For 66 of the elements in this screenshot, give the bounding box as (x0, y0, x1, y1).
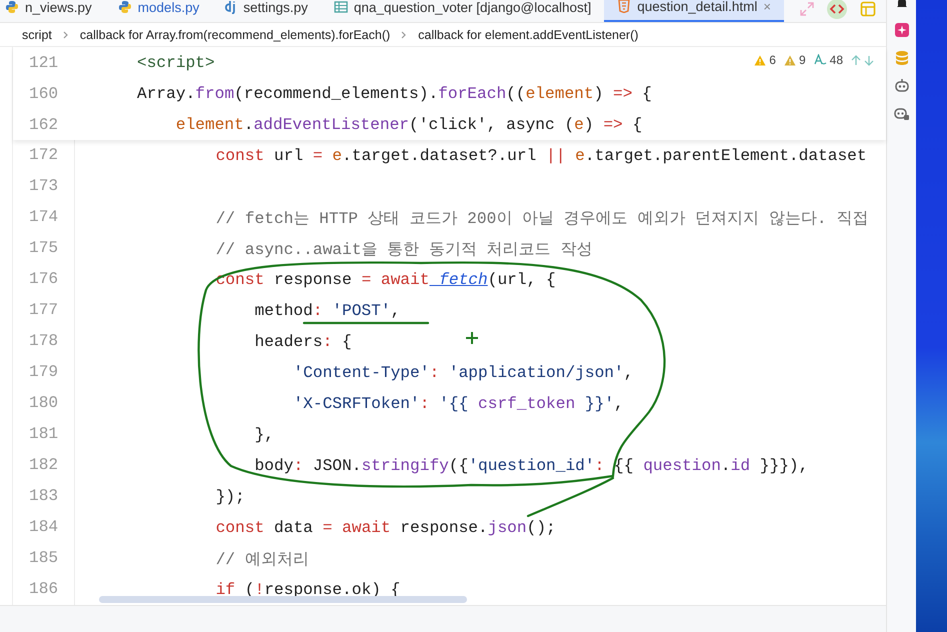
code-line: element.addEventListener('click', async (e) => { (174, 116, 642, 134)
line-number: 182 (13, 450, 75, 481)
warning-icon (754, 54, 766, 66)
code-line: <script> (137, 54, 215, 72)
code-line: method: 'POST', (254, 302, 400, 320)
code-line: headers: { (254, 332, 352, 350)
editor-tab[interactable]: models.py (104, 0, 212, 22)
line-number: 179 (13, 357, 75, 388)
editor-tab[interactable]: qna_question_voter [django@localhost] (320, 0, 604, 22)
code-line: 'X-CSRFToken': '{{ csrf_token }}', (292, 394, 624, 412)
editor-tab[interactable]: question_detail.html × (604, 0, 784, 22)
line-number: 162 (28, 116, 60, 134)
code-line: }); (214, 488, 245, 506)
django-file-icon (225, 0, 238, 14)
python-file-icon (118, 0, 132, 14)
code-line: const response = await fetch(url, { (214, 270, 556, 288)
typo-count[interactable]: 48 (830, 53, 843, 67)
breadcrumb-item[interactable]: callback for element.addEventListener() (418, 28, 638, 42)
line-number: 175 (13, 233, 75, 264)
down-arrow-icon[interactable] (864, 54, 874, 66)
code-line: // 예외처리 (214, 550, 309, 570)
line-number: 160 (28, 84, 60, 102)
code-line: Array.from(recommend_elements).forEach((element) => { (137, 84, 652, 102)
code-line: const url = e.target.dataset?.url || e.target.parentElement.dataset (214, 146, 867, 164)
chevron-icon (62, 30, 69, 38)
sparkle-icon[interactable] (894, 22, 910, 38)
editor-tab[interactable]: n_views.py (0, 0, 105, 22)
typo-icon (814, 54, 827, 66)
warning-icon (784, 54, 796, 66)
line-number: 173 (13, 171, 75, 202)
robot-chat-icon[interactable] (894, 106, 910, 122)
python-file-icon (5, 0, 19, 14)
line-number: 183 (13, 481, 75, 512)
breadcrumb-item[interactable]: script (22, 28, 52, 42)
code-line: const data = await response.json(); (214, 518, 556, 536)
line-number: 184 (13, 512, 75, 543)
breadcrumb-item[interactable]: callback for Array.from(recommend_elements).forEach() (80, 28, 390, 42)
line-number: 180 (13, 388, 75, 419)
code-line: // fetch는 HTTP 상태 코드가 200이 아닐 경우에도 예외가 던져지지 않는다. 직접 (214, 208, 868, 228)
line-number: 176 (13, 264, 75, 295)
editor-tab[interactable]: settings.py (212, 0, 321, 22)
line-number: 174 (13, 202, 75, 233)
code-tags-icon[interactable] (826, 0, 848, 20)
crosshair-icon (466, 332, 478, 344)
code-line: 'Content-Type': 'application/json', (292, 364, 634, 382)
warning-count[interactable]: 6 (769, 53, 776, 67)
robot-icon[interactable] (894, 78, 910, 94)
line-number: 181 (13, 419, 75, 450)
chevron-icon (401, 30, 408, 38)
code-line: // async..await을 통한 동기적 처리코드 작성 (214, 240, 592, 260)
table-icon (334, 0, 348, 14)
layout-icon[interactable] (860, 1, 876, 17)
line-number: 177 (13, 295, 75, 326)
database-icon[interactable] (894, 50, 910, 66)
line-number: 121 (28, 54, 60, 72)
line-number: 172 (13, 140, 75, 171)
line-number: 178 (13, 326, 75, 357)
html-file-icon (617, 0, 632, 13)
bell-icon[interactable] (894, 0, 908, 10)
code-line: body: JSON.stringify({'question_id': {{ question.id }}}), (254, 456, 808, 474)
line-number: 185 (13, 543, 75, 574)
expand-icon[interactable] (800, 2, 814, 16)
warning-count[interactable]: 9 (798, 53, 806, 67)
code-line: }, (254, 426, 274, 444)
horizontal-scrollbar[interactable] (99, 596, 467, 603)
up-arrow-icon[interactable] (851, 54, 861, 66)
